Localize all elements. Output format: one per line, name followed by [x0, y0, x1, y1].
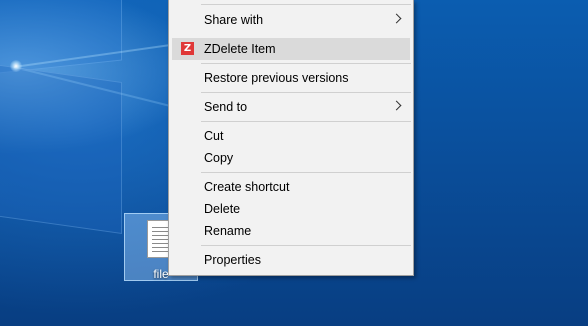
- menu-separator: [201, 4, 411, 5]
- chevron-right-icon: [391, 13, 402, 24]
- context-menu: Share with Z ZDelete Item Restore previo…: [168, 0, 414, 276]
- chevron-right-icon: [391, 100, 402, 111]
- zdelete-icon: Z: [181, 42, 194, 55]
- menu-item-label: Properties: [204, 253, 261, 267]
- menu-item-label: Cut: [204, 129, 224, 143]
- menu-item-label: Send to: [204, 100, 248, 114]
- menu-separator: [201, 245, 411, 246]
- menu-item-label: Delete: [204, 202, 241, 216]
- menu-item-label: Rename: [204, 224, 252, 238]
- menu-item-properties[interactable]: Properties: [172, 249, 410, 271]
- menu-separator: [201, 121, 411, 122]
- wallpaper-light-flare: [10, 60, 22, 72]
- menu-separator: [201, 92, 411, 93]
- menu-item-delete[interactable]: Delete: [172, 198, 410, 220]
- menu-item-label: Copy: [204, 151, 234, 165]
- menu-separator: [201, 172, 411, 173]
- menu-item-share-with[interactable]: Share with: [172, 9, 410, 31]
- menu-separator: [201, 63, 411, 64]
- menu-item-create-shortcut[interactable]: Create shortcut: [172, 176, 410, 198]
- menu-item-send-to[interactable]: Send to: [172, 96, 410, 118]
- menu-item-copy[interactable]: Copy: [172, 147, 410, 169]
- menu-item-label: Create shortcut: [204, 180, 290, 194]
- menu-item-rename[interactable]: Rename: [172, 220, 410, 242]
- menu-item-restore-previous-versions[interactable]: Restore previous versions: [172, 67, 410, 89]
- menu-item-label: ZDelete Item: [204, 42, 276, 56]
- menu-item-label: Restore previous versions: [204, 71, 349, 85]
- menu-item-label: Share with: [204, 13, 264, 27]
- menu-item-cut[interactable]: Cut: [172, 125, 410, 147]
- menu-item-zdelete-item[interactable]: Z ZDelete Item: [172, 38, 410, 60]
